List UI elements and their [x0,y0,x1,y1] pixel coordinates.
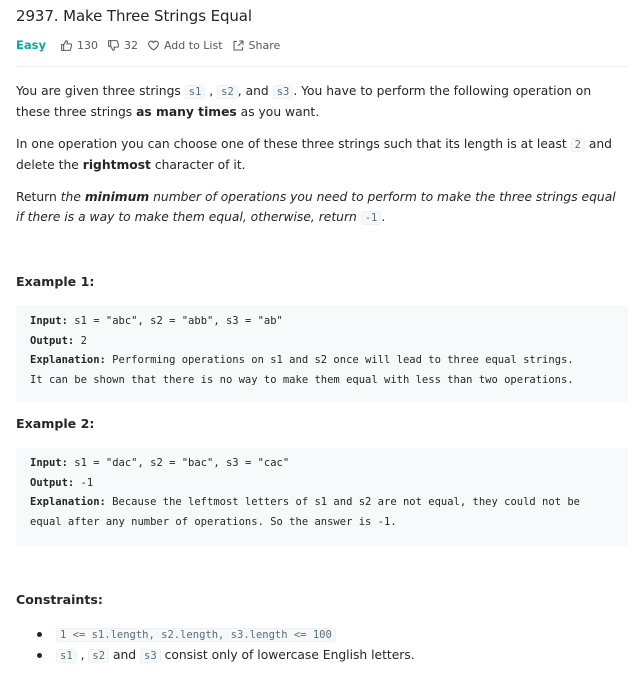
heart-icon [148,40,159,51]
difficulty-badge: Easy [16,38,46,52]
constraints-heading: Constraints: [16,592,103,607]
constraints-list: 1 <= s1.length, s2.length, s3.length <= … [16,624,415,666]
inline-code-s3: s3 [272,85,294,99]
problem-meta-bar: Easy 130 32 Add to List Share [16,37,289,53]
header-divider [16,66,627,67]
thumbs-down-icon [108,39,120,51]
problem-title: 2937. Make Three Strings Equal [16,7,252,25]
add-to-list-label: Add to List [163,38,223,52]
thumbs-up-icon [61,39,73,51]
example-2-block: Input: s1 = "dac", s2 = "bac", s3 = "cac… [16,448,628,546]
share-label: Share [248,38,281,52]
constraint-item: s1 , s2 and s3 consist only of lowercase… [16,645,415,666]
share-button[interactable]: Share [232,38,281,52]
inline-code-s1: s1 [184,85,206,99]
inline-code-minus-1: -1 [360,210,382,225]
inline-code-s2: s2 [217,85,238,99]
description-paragraph-3: Return the minimum number of operations … [16,190,616,225]
description-paragraph-2: In one operation you can choose one of t… [16,137,612,172]
add-to-list-button[interactable]: Add to List [147,39,223,52]
example-1-heading: Example 1: [16,274,95,289]
dislike-count: 32 [123,38,138,52]
like-button[interactable]: 130 [60,39,98,52]
inline-code-2: 2 [570,138,585,152]
share-icon [233,40,244,50]
problem-page: 2937. Make Three Strings Equal Easy 130 … [0,0,633,676]
description-paragraph-1: You are given three strings s1 , s2, and… [16,84,592,119]
example-2-heading: Example 2: [16,416,95,431]
like-count: 130 [76,38,98,52]
dislike-button[interactable]: 32 [107,39,138,52]
constraint-item: 1 <= s1.length, s2.length, s3.length <= … [16,624,415,645]
problem-description: You are given three strings s1 , s2, and… [16,82,622,228]
example-1-block: Input: s1 = "abc", s2 = "abb", s3 = "ab"… [16,306,628,402]
